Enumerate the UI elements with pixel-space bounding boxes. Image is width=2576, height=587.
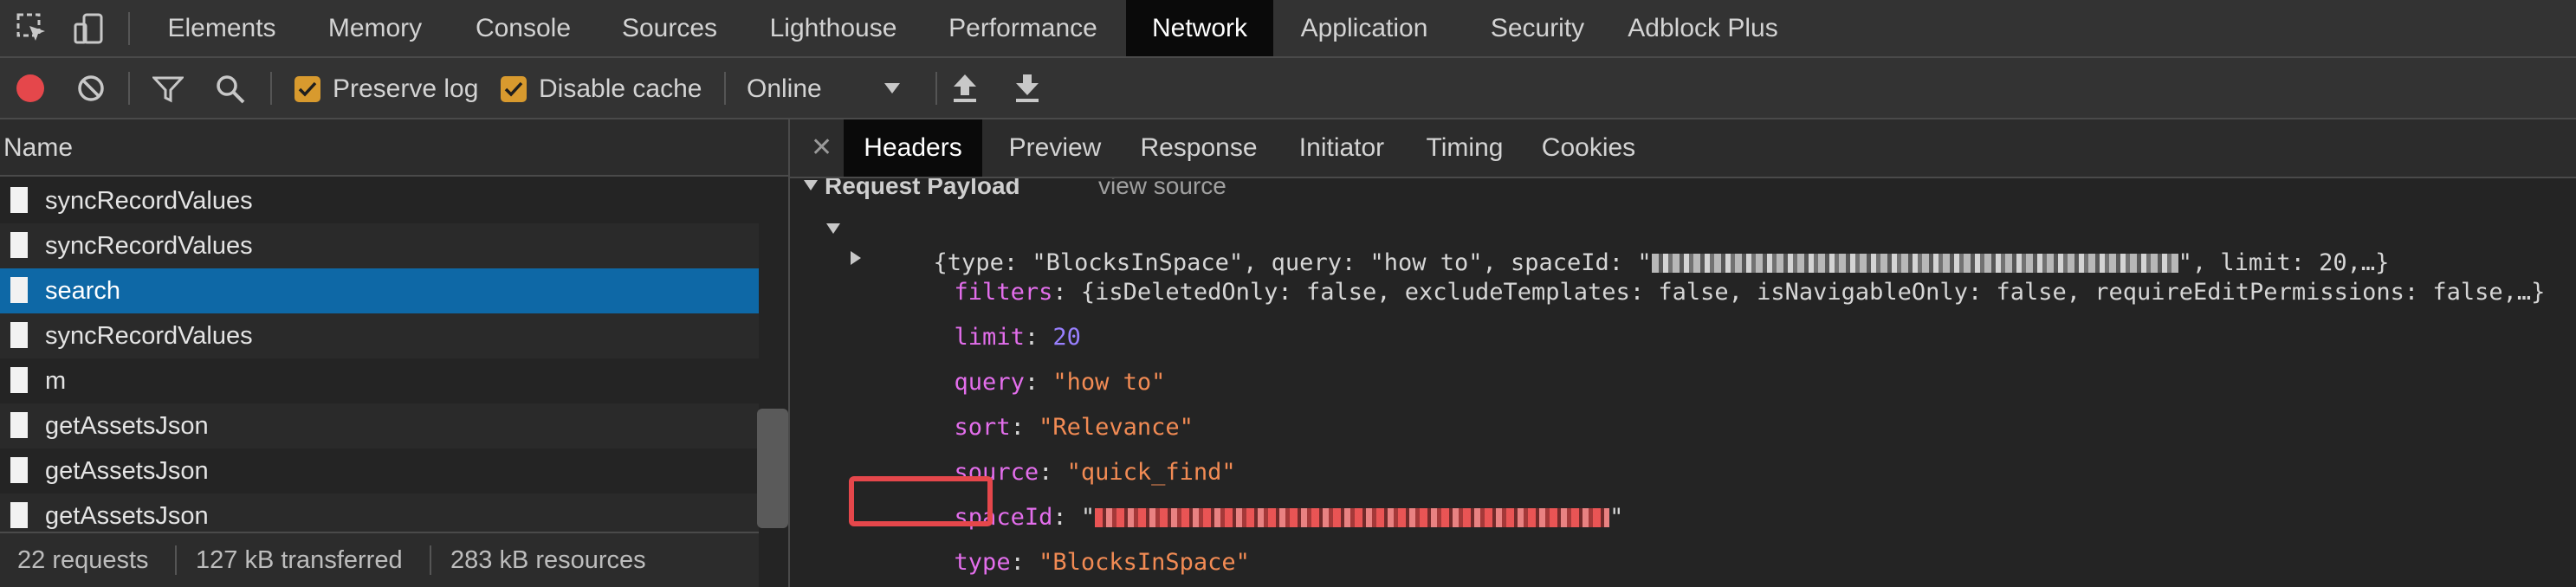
request-row[interactable]: getAssetsJson [0, 403, 759, 448]
request-name: m [45, 367, 67, 395]
tab-console[interactable]: Console [459, 0, 587, 56]
toolbar-separator [935, 72, 937, 105]
tab-initiator[interactable]: Initiator [1282, 119, 1401, 177]
request-name: syncRecordValues [45, 187, 253, 215]
request-row-selected[interactable]: search [0, 268, 759, 313]
document-icon [10, 367, 28, 393]
document-icon [10, 187, 28, 213]
expand-triangle-icon[interactable] [804, 180, 818, 190]
resources-size: 283 kB resources [450, 546, 646, 574]
expand-triangle-icon[interactable] [851, 251, 861, 265]
document-icon [10, 412, 28, 438]
tab-adblock-plus[interactable]: Adblock Plus [1618, 0, 1788, 56]
disable-cache-label[interactable]: Disable cache [539, 73, 702, 106]
document-icon [10, 457, 28, 483]
close-icon[interactable]: ✕ [811, 135, 832, 161]
document-icon [10, 232, 28, 258]
request-name: search [45, 277, 121, 305]
preserve-log-label[interactable]: Preserve log [333, 73, 478, 106]
request-row[interactable]: m [0, 358, 759, 403]
payload-value: {isDeletedOnly: false, excludeTemplates:… [1080, 279, 2546, 306]
document-icon [10, 277, 28, 303]
inspect-icon[interactable] [16, 12, 49, 45]
throttling-select[interactable]: Online [747, 73, 822, 106]
search-icon[interactable] [215, 74, 246, 109]
request-row[interactable]: syncRecordValues [0, 178, 759, 223]
tab-headers[interactable]: Headers [844, 119, 982, 177]
document-icon [10, 502, 28, 528]
record-icon[interactable] [16, 74, 45, 107]
detail-tab-bar: ✕ Headers Preview Response Initiator Tim… [790, 119, 2576, 178]
toolbar-separator [724, 72, 726, 105]
tab-elements[interactable]: Elements [152, 0, 291, 56]
device-toolbar-icon[interactable] [73, 12, 106, 45]
tab-preview[interactable]: Preview [994, 119, 1116, 177]
request-details-panel: ✕ Headers Preview Response Initiator Tim… [790, 119, 2576, 587]
tab-performance[interactable]: Performance [932, 0, 1114, 56]
tab-memory[interactable]: Memory [312, 0, 438, 56]
toolbar-separator [270, 72, 272, 105]
spaceid-highlight-annotation [849, 476, 993, 526]
tab-security[interactable]: Security [1472, 0, 1602, 56]
status-separator [175, 545, 177, 575]
request-name: getAssetsJson [45, 412, 209, 440]
view-source-link[interactable]: view source [1098, 178, 1227, 199]
download-icon[interactable] [1013, 72, 1041, 109]
name-column-header[interactable]: Name [0, 119, 788, 177]
payload-limit-line: limit: 20 [954, 324, 1081, 351]
status-bar: 22 requests 127 kB transferred 283 kB re… [0, 532, 759, 587]
request-row[interactable]: syncRecordValues [0, 223, 759, 268]
payload-key: type [954, 549, 1011, 576]
preserve-log-checkbox[interactable] [294, 76, 320, 102]
tab-application[interactable]: Application [1291, 0, 1438, 56]
tab-sources[interactable]: Sources [606, 0, 733, 56]
payload-value: "BlocksInSpace" [1039, 549, 1250, 576]
tab-lighthouse[interactable]: Lighthouse [754, 0, 913, 56]
payload-filters-line[interactable]: filters: {isDeletedOnly: false, excludeT… [870, 241, 2546, 306]
requests-count: 22 requests [17, 546, 149, 574]
toolbar-separator [128, 72, 130, 105]
clear-icon[interactable] [76, 74, 106, 107]
request-row[interactable]: syncRecordValues [0, 313, 759, 358]
filter-icon[interactable] [151, 75, 185, 107]
request-name: syncRecordValues [45, 232, 253, 260]
tab-network[interactable]: Network [1126, 0, 1273, 56]
payload-query-line: query: "how to" [954, 369, 1166, 396]
request-rows: syncRecordValues syncRecordValues search… [0, 178, 759, 539]
request-payload: Request Payload view source {type: "Bloc… [790, 178, 2576, 587]
tab-response[interactable]: Response [1128, 119, 1270, 177]
expand-triangle-icon[interactable] [826, 223, 840, 234]
dropdown-arrow-icon[interactable] [883, 82, 901, 99]
payload-source-line: source: "quick_find" [954, 459, 1236, 486]
upload-icon[interactable] [951, 72, 979, 109]
scrollbar-thumb[interactable] [757, 409, 788, 528]
network-toolbar: Preserve log Disable cache Online [0, 58, 2576, 119]
devtools-tab-bar: Elements Memory Console Sources Lighthou… [0, 0, 2576, 58]
request-list-panel: Name syncRecordValues syncRecordValues s… [0, 119, 790, 587]
transferred-size: 127 kB transferred [196, 546, 403, 574]
disable-cache-checkbox[interactable] [501, 76, 527, 102]
status-separator [430, 545, 431, 575]
section-title: Request Payload [825, 178, 1020, 199]
tab-timing[interactable]: Timing [1414, 119, 1516, 177]
payload-sort-line: sort: "Relevance" [954, 414, 1194, 441]
request-name: syncRecordValues [45, 322, 253, 350]
toolbar-separator [128, 12, 130, 45]
quote-close: " [1609, 504, 1624, 531]
tab-cookies[interactable]: Cookies [1528, 119, 1649, 177]
request-name: getAssetsJson [45, 457, 209, 485]
request-row[interactable]: getAssetsJson [0, 448, 759, 493]
document-icon [10, 322, 28, 348]
